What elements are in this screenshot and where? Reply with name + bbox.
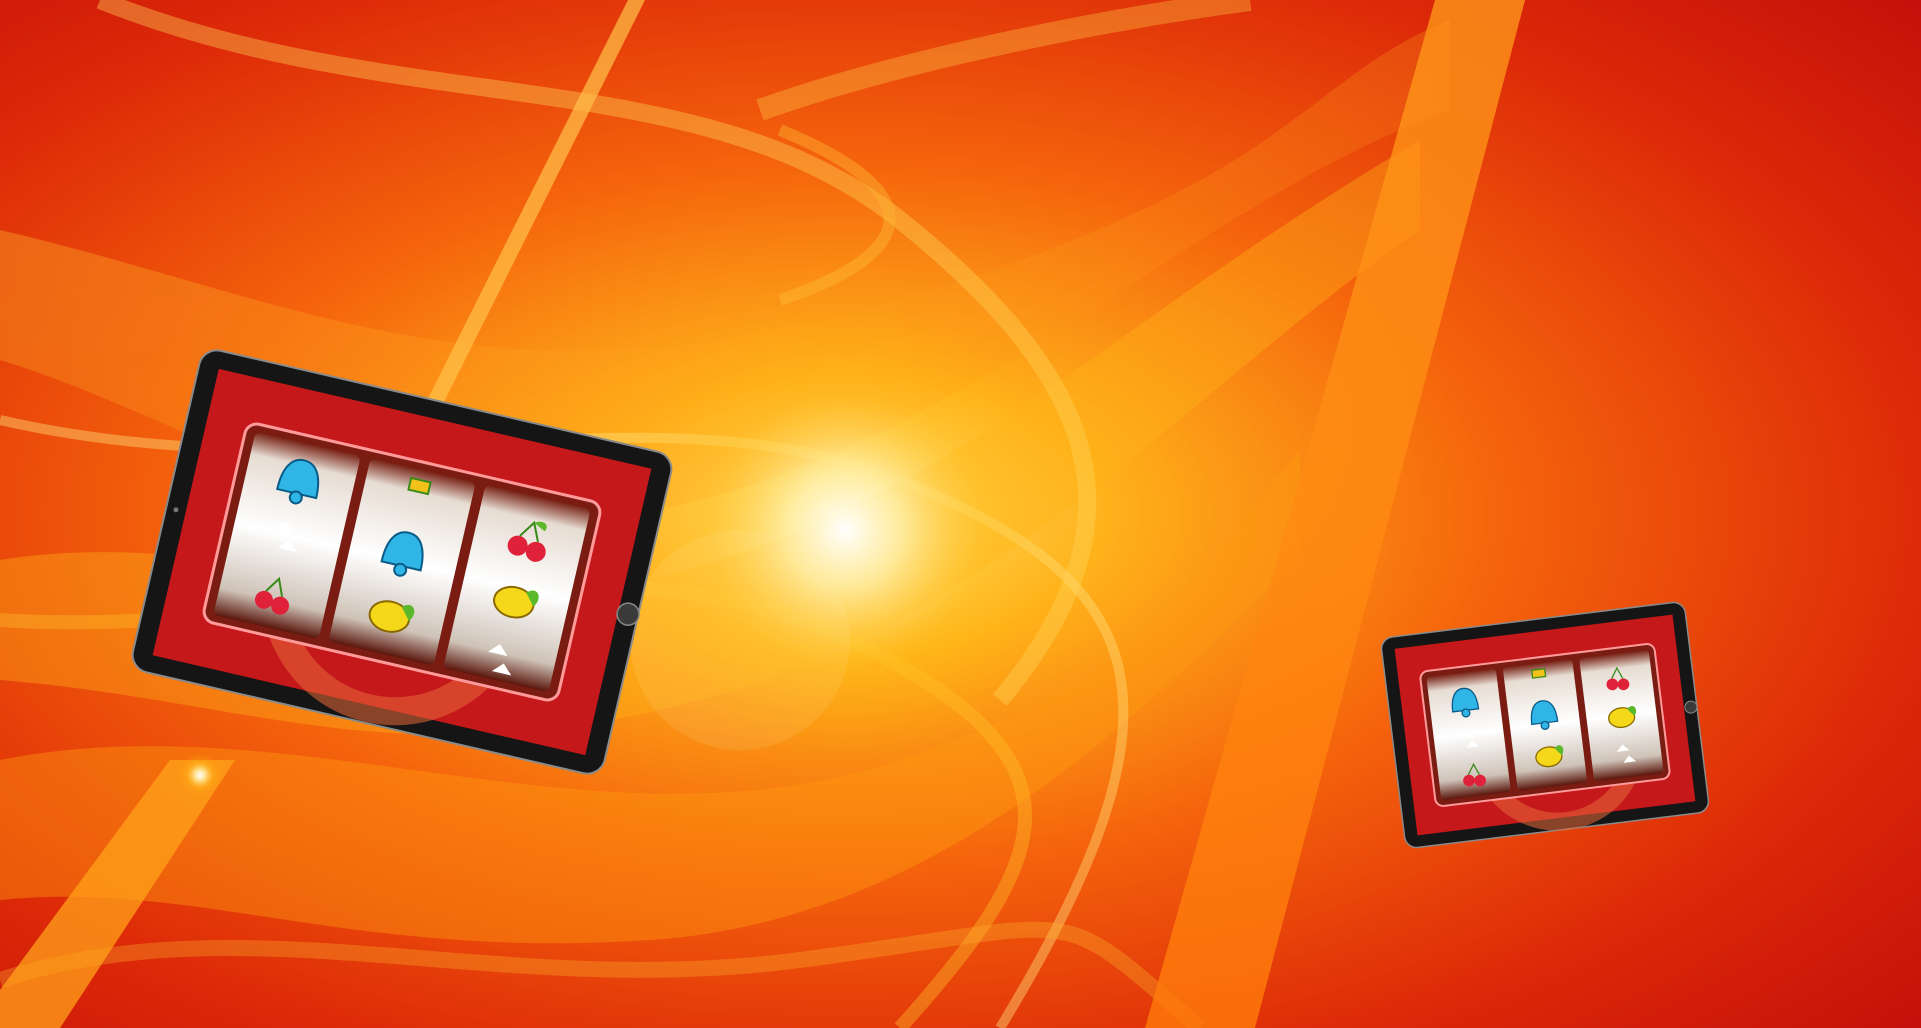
background-scene	[0, 0, 1921, 1028]
lens-flare-spark-2	[178, 753, 222, 797]
tablet-small	[1380, 601, 1710, 849]
lens-flare-ring	[630, 530, 850, 750]
bar-icon	[1531, 668, 1547, 679]
